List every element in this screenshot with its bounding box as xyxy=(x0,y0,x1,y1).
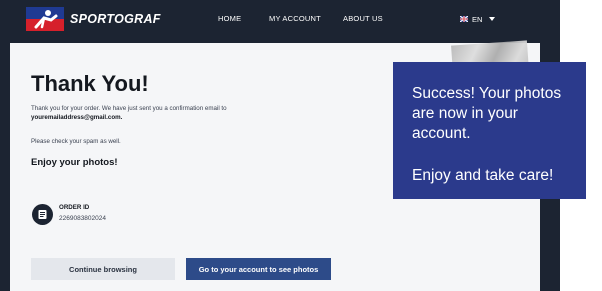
confirmation-email: youremailaddress@gmail.com. xyxy=(31,114,123,121)
nav-link-home[interactable]: HOME xyxy=(218,14,241,23)
spam-note: Please check your spam as well. xyxy=(31,138,121,145)
success-callout: Success! Your photos are now in your acc… xyxy=(393,62,586,199)
nav-link-my-account[interactable]: MY ACCOUNT xyxy=(269,14,321,23)
continue-browsing-button[interactable]: Continue browsing xyxy=(31,258,175,280)
callout-line: are now in your xyxy=(412,105,518,122)
order-id-label: ORDER ID xyxy=(59,204,90,211)
uk-flag-icon xyxy=(460,16,468,22)
callout-line: Success! Your photos xyxy=(412,85,562,102)
top-navigation: SPORTOGRAF HOME MY ACCOUNT ABOUT US EN xyxy=(0,0,560,40)
callout-line: Enjoy and take care! xyxy=(412,167,554,184)
enjoy-heading: Enjoy your photos! xyxy=(31,157,118,168)
language-label: EN xyxy=(472,14,483,24)
page-title: Thank You! xyxy=(31,71,149,96)
receipt-icon xyxy=(32,204,53,225)
go-to-account-button[interactable]: Go to your account to see photos xyxy=(186,258,331,280)
order-id-value: 2269083802024 xyxy=(59,215,106,222)
chevron-down-icon xyxy=(489,17,496,21)
nav-link-about-us[interactable]: ABOUT US xyxy=(343,14,383,23)
sportograf-logo-icon[interactable] xyxy=(26,7,64,31)
callout-line: account. xyxy=(412,125,471,142)
language-selector[interactable]: EN xyxy=(460,13,496,25)
confirmation-message: Thank you for your order. We have just s… xyxy=(31,105,227,112)
brand-name[interactable]: SPORTOGRAF xyxy=(70,12,161,26)
